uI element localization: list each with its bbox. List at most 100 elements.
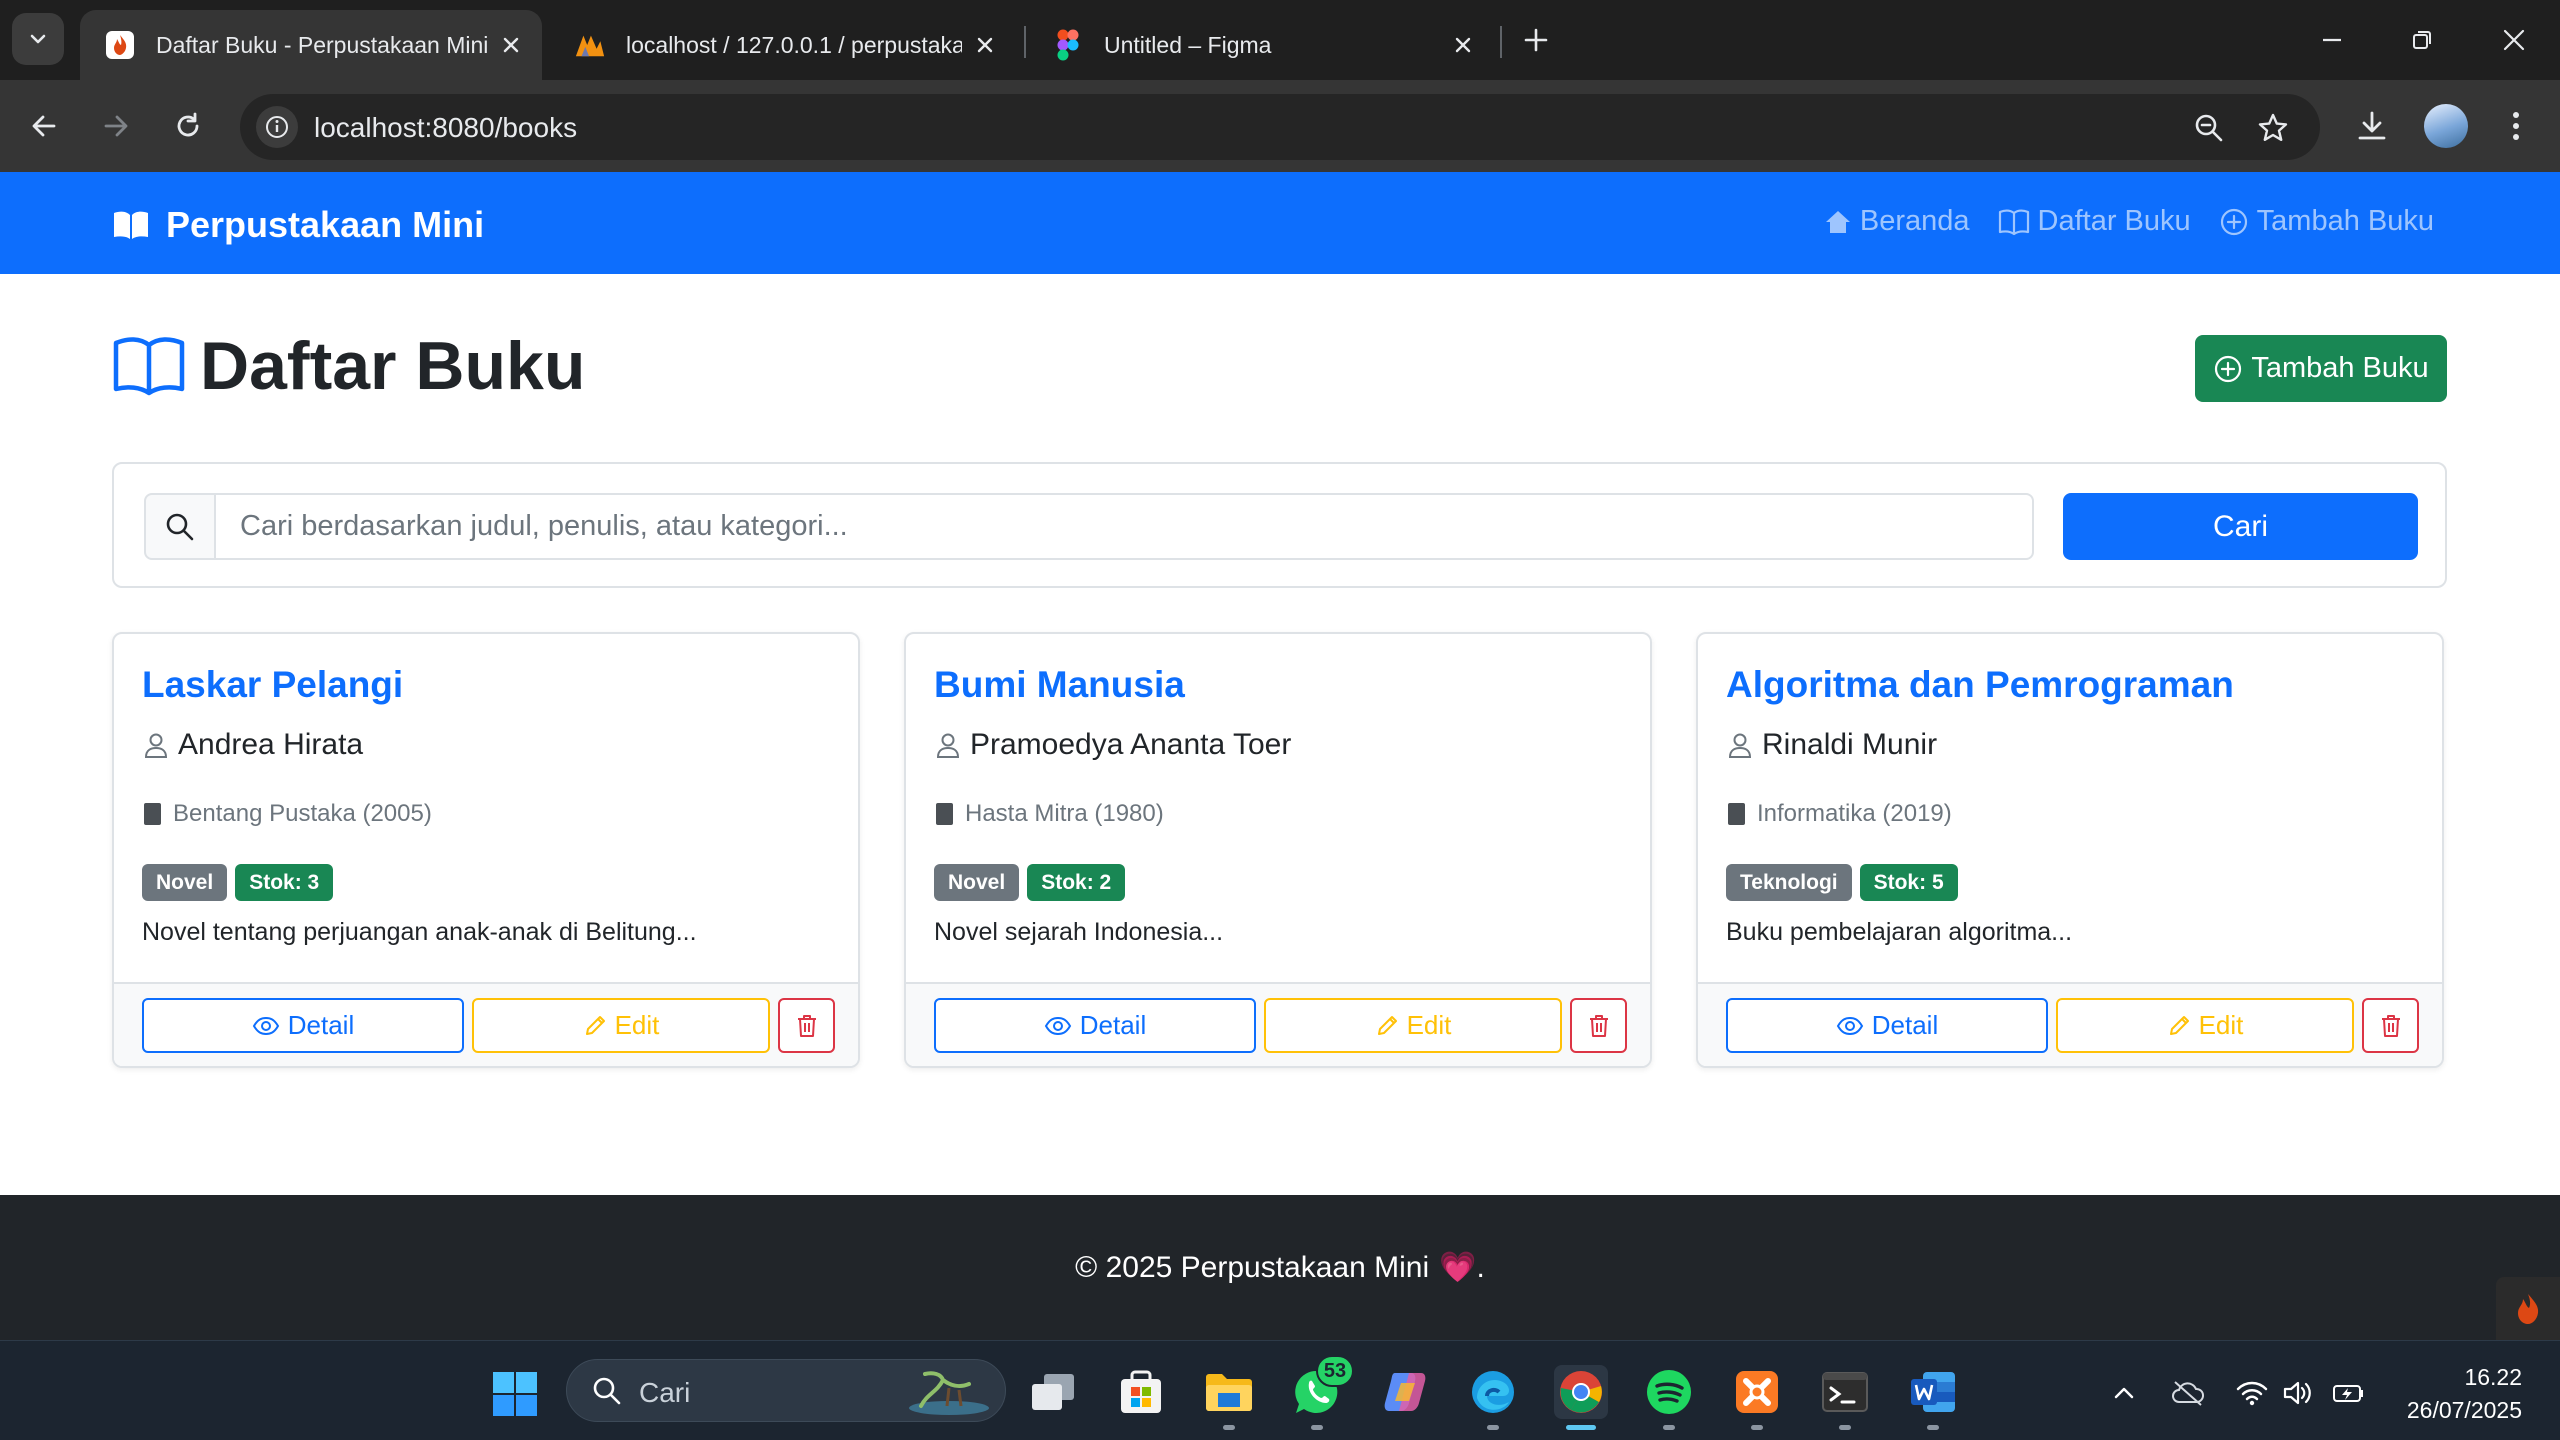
pencil-icon (2169, 1015, 2189, 1035)
navbar-brand[interactable]: Perpustakaan Mini (112, 204, 484, 246)
book-title-link[interactable]: Laskar Pelangi (142, 664, 403, 706)
profile-avatar[interactable] (2424, 104, 2468, 148)
book-author: Andrea Hirata (144, 728, 363, 762)
onedrive-status[interactable] (2170, 1377, 2206, 1409)
wifi-status[interactable] (2234, 1377, 2270, 1409)
close-tab-icon[interactable] (1450, 32, 1476, 58)
tab-phpmyadmin[interactable]: localhost / 127.0.0.1 / perpustakaan (550, 10, 1016, 80)
close-window-button[interactable] (2492, 18, 2536, 62)
battery-status[interactable] (2330, 1377, 2366, 1409)
detail-button[interactable]: Detail (934, 998, 1256, 1053)
category-badge: Teknologi (1726, 864, 1852, 901)
xampp-icon (1736, 1371, 1778, 1413)
category-badge: Novel (142, 864, 228, 901)
new-tab-button[interactable] (1516, 20, 1556, 60)
site-info-button[interactable] (256, 106, 298, 148)
nav-link-beranda[interactable]: Beranda (1824, 205, 1970, 238)
navbar: Perpustakaan Mini Beranda Daftar Buku Ta… (0, 172, 2560, 274)
person-icon (936, 733, 960, 758)
phpmyadmin-icon (574, 29, 606, 61)
edit-button[interactable]: Edit (472, 998, 770, 1053)
detail-button[interactable]: Detail (1726, 998, 2048, 1053)
book-card: Laskar Pelangi Andrea Hirata Bentang Pus… (112, 632, 860, 1068)
delete-button[interactable] (1570, 998, 1627, 1053)
card-footer: Detail Edit (906, 982, 1650, 1066)
pencil-icon (1377, 1015, 1397, 1035)
tab-search-button[interactable] (12, 13, 64, 65)
add-book-button[interactable]: Tambah Buku (2195, 335, 2447, 402)
taskbar-task-view[interactable] (1026, 1365, 1080, 1419)
taskbar-spotify[interactable] (1642, 1365, 1696, 1419)
close-tab-icon[interactable] (972, 32, 998, 58)
browser-toolbar: localhost:8080/books (0, 80, 2560, 172)
info-icon (266, 116, 288, 138)
taskbar-edge[interactable] (1466, 1365, 1520, 1419)
codeigniter-debug-toolbar-button[interactable] (2496, 1277, 2560, 1340)
taskbar-word[interactable] (1906, 1365, 1960, 1419)
book-badges: Teknologi Stok: 5 (1726, 864, 1966, 901)
store-icon (1121, 1370, 1161, 1413)
url-text[interactable]: localhost:8080/books (314, 112, 577, 144)
search-button[interactable]: Cari (2063, 493, 2418, 560)
taskbar-xampp[interactable] (1730, 1365, 1784, 1419)
close-tab-icon[interactable] (498, 32, 524, 58)
taskbar-terminal[interactable] (1818, 1365, 1872, 1419)
edit-button[interactable]: Edit (2056, 998, 2354, 1053)
edit-button[interactable]: Edit (1264, 998, 1562, 1053)
restore-icon (2413, 31, 2431, 49)
search-icon (166, 513, 194, 540)
zoom-icon[interactable] (2192, 111, 2226, 145)
eye-icon (1836, 1016, 1863, 1035)
battery-charging-icon (2333, 1385, 2363, 1402)
delete-button[interactable] (2362, 998, 2419, 1053)
tab-figma[interactable]: Untitled – Figma (1028, 10, 1494, 80)
restore-button[interactable] (2400, 18, 2444, 62)
codeigniter-flame-icon (2518, 1293, 2539, 1324)
folder-icon (1206, 1374, 1252, 1411)
detail-button[interactable]: Detail (142, 998, 464, 1053)
more-vertical-icon (2513, 112, 2519, 140)
taskbar-copilot[interactable] (1378, 1365, 1432, 1419)
bookmark-star-icon[interactable] (2256, 111, 2290, 145)
book-publisher-text: Hasta Mitra (1980) (965, 800, 1164, 827)
plus-icon (1524, 28, 1548, 52)
taskbar-search[interactable]: Cari (566, 1359, 1006, 1422)
download-icon (2358, 111, 2386, 140)
nav-link-tambah-buku[interactable]: Tambah Buku (2219, 205, 2434, 238)
taskbar-file-explorer[interactable] (1202, 1365, 1256, 1419)
search-input[interactable] (214, 493, 2034, 560)
tab-separator (1500, 26, 1502, 58)
downloads-button[interactable] (2350, 104, 2394, 148)
taskbar-microsoft-store[interactable] (1114, 1365, 1168, 1419)
back-button[interactable] (20, 102, 68, 150)
search-addon (144, 493, 216, 560)
plus-circle-icon (2215, 355, 2242, 382)
running-indicator (1663, 1425, 1675, 1430)
forward-button[interactable] (92, 102, 140, 150)
running-indicator (1311, 1425, 1323, 1430)
stock-badge: Stok: 5 (1859, 864, 1958, 901)
speaker-icon (2283, 1381, 2311, 1405)
book-title-link[interactable]: Algoritma dan Pemrograman (1726, 664, 2234, 706)
browser-menu-button[interactable] (2494, 104, 2538, 148)
system-clock[interactable]: 16.22 26/07/2025 (2407, 1361, 2522, 1427)
volume-status[interactable] (2280, 1377, 2316, 1409)
taskbar-chrome[interactable] (1554, 1365, 1608, 1419)
book-description: Buku pembelajaran algoritma... (1726, 918, 2073, 946)
close-icon (2503, 29, 2525, 51)
tray-overflow-button[interactable] (2106, 1377, 2142, 1409)
minimize-button[interactable] (2310, 18, 2354, 62)
tab-title: Daftar Buku - Perpustakaan Mini (156, 31, 489, 58)
tab-daftar-buku[interactable]: Daftar Buku - Perpustakaan Mini (80, 10, 542, 80)
delete-button[interactable] (778, 998, 835, 1053)
reload-button[interactable] (164, 102, 212, 150)
running-indicator (1839, 1425, 1851, 1430)
book-title-link[interactable]: Bumi Manusia (934, 664, 1185, 706)
book-card: Bumi Manusia Pramoedya Ananta Toer Hasta… (904, 632, 1652, 1068)
wifi-icon (2236, 1381, 2268, 1406)
start-button[interactable] (492, 1371, 538, 1417)
book-badges: Novel Stok: 2 (934, 864, 1133, 901)
card-footer: Detail Edit (114, 982, 858, 1066)
address-bar[interactable]: localhost:8080/books (240, 94, 2320, 160)
nav-link-daftar-buku[interactable]: Daftar Buku (1998, 205, 2191, 238)
